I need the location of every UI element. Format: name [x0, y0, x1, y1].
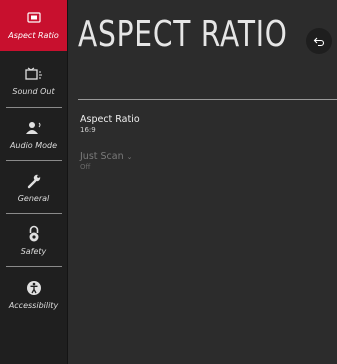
sidebar-item-label: General [17, 194, 50, 203]
sound-out-icon [23, 65, 45, 83]
setting-value: Off [80, 163, 91, 171]
setting-value: 16:9 [80, 126, 96, 134]
sidebar-divider [6, 107, 62, 108]
back-icon [313, 32, 325, 51]
sidebar-item-safety[interactable]: Safety [0, 216, 67, 267]
sidebar-item-sound-out[interactable]: Sound Out [0, 56, 67, 107]
back-button[interactable] [306, 28, 332, 54]
tv-settings-screen: Aspect Ratio Sound Out Audio Mode Genera… [0, 0, 337, 364]
title-divider [78, 99, 337, 100]
setting-just-scan: Just Scan ⌄ Off [80, 151, 133, 171]
settings-main-panel: ASPECT RATIO Aspect Ratio 16:9 Just Scan… [68, 0, 337, 364]
sidebar-item-label: Safety [20, 247, 47, 256]
sidebar-divider [6, 160, 62, 161]
sidebar-item-accessibility[interactable]: Accessibility [0, 270, 67, 321]
sidebar-item-label: Accessibility [8, 301, 59, 310]
settings-sidebar: Aspect Ratio Sound Out Audio Mode Genera… [0, 0, 68, 364]
sidebar-item-aspect-ratio[interactable]: Aspect Ratio [0, 0, 67, 51]
lock-icon [23, 225, 45, 243]
sidebar-item-label: Aspect Ratio [8, 31, 59, 40]
sidebar-item-general[interactable]: General [0, 163, 67, 214]
sidebar-item-label: Sound Out [12, 87, 55, 96]
chevron-down-icon: ⌄ [126, 153, 133, 161]
sidebar-item-audio-mode[interactable]: Audio Mode [0, 110, 67, 161]
aspect-ratio-icon [23, 9, 45, 27]
wrench-icon [23, 172, 45, 190]
page-title: ASPECT RATIO [78, 14, 288, 55]
setting-name: Aspect Ratio [80, 114, 140, 125]
sidebar-item-label: Audio Mode [9, 141, 58, 150]
setting-name: Just Scan [80, 151, 124, 162]
setting-aspect-ratio[interactable]: Aspect Ratio 16:9 [80, 114, 140, 134]
accessibility-icon [23, 279, 45, 297]
sidebar-divider [6, 213, 62, 214]
audio-mode-icon [23, 119, 45, 137]
sidebar-divider [6, 266, 62, 267]
